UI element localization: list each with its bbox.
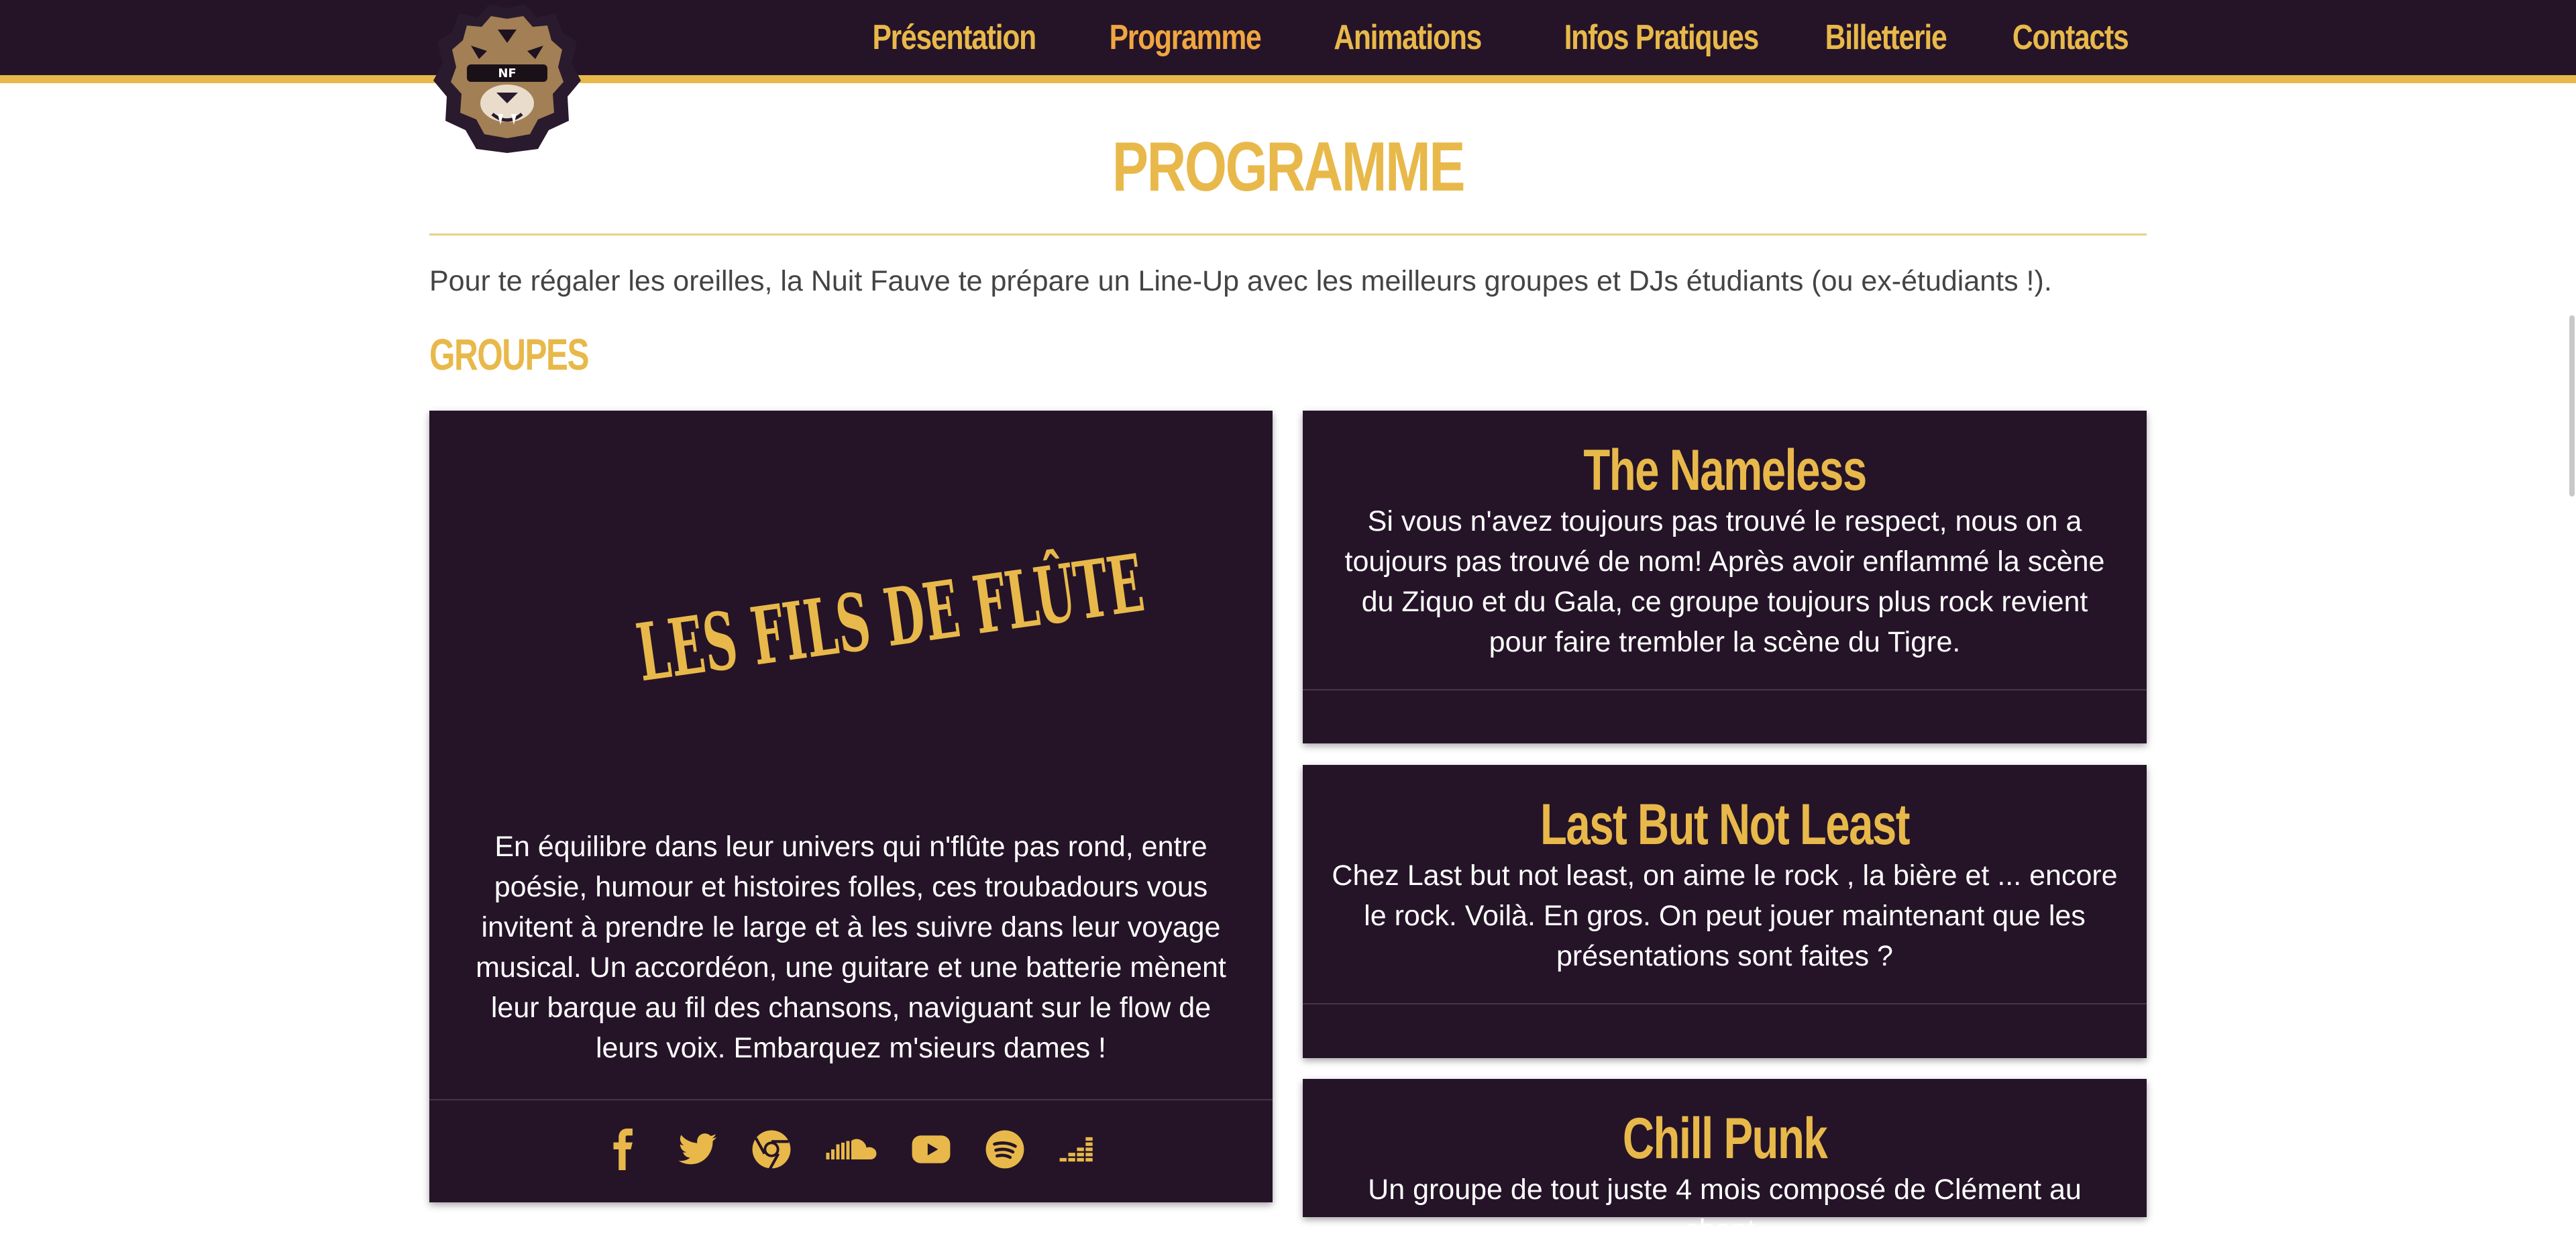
band-name: The Nameless	[1583, 438, 1867, 503]
main-nav: Présentation Programme Animations Infos …	[837, 0, 2129, 75]
twitter-icon[interactable]	[677, 1129, 718, 1170]
nav-item-contacts[interactable]: Contacts	[2012, 17, 2129, 58]
facebook-icon[interactable]	[603, 1129, 645, 1170]
nav-item-animations[interactable]: Animations	[1334, 17, 1482, 58]
nav-item-infos-pratiques[interactable]: Infos Pratiques	[1564, 17, 1759, 58]
intro-text: Pour te régaler les oreilles, la Nuit Fa…	[429, 265, 2052, 297]
nav-item-billetterie[interactable]: Billetterie	[1825, 17, 1947, 58]
card-divider	[429, 1099, 1273, 1100]
band-card-chill-punk: Chill Punk Un groupe de tout juste 4 moi…	[1303, 1079, 2147, 1246]
soundcloud-icon[interactable]	[824, 1129, 878, 1170]
band-card-last-but-not-least: Last But Not Least Chez Last but not lea…	[1303, 765, 2147, 1058]
top-navbar: Présentation Programme Animations Infos …	[0, 0, 2576, 83]
band-logo-les-fils-de-flute: LES FILS DE FLÛTE	[631, 536, 1149, 699]
nav-item-presentation[interactable]: Présentation	[873, 17, 1037, 58]
deezer-icon[interactable]	[1058, 1129, 1099, 1170]
band-logo-text: LES FILS DE FLÛTE	[631, 536, 1149, 699]
social-links	[429, 1129, 1273, 1170]
youtube-icon[interactable]	[910, 1129, 952, 1170]
band-name: Last But Not Least	[1540, 792, 1911, 857]
logo-text: NF	[498, 66, 516, 81]
band-card-les-fils-de-flute: LES FILS DE FLÛTE En équilibre dans leur…	[429, 411, 1273, 1202]
section-title-groupes: GROUPES	[429, 329, 590, 379]
band-description: En équilibre dans leur univers qui n'flû…	[476, 831, 1226, 1064]
band-description: Un groupe de tout juste 4 mois composé d…	[1368, 1174, 2082, 1246]
band-description: Si vous n'avez toujours pas trouvé le re…	[1344, 505, 2105, 658]
page-title: PROGRAMME	[1112, 128, 1466, 206]
title-divider	[429, 233, 2147, 236]
band-name: Chill Punk	[1622, 1106, 1828, 1171]
chrome-icon[interactable]	[751, 1129, 792, 1170]
band-description: Chez Last but not least, on aime le rock…	[1332, 860, 2118, 972]
card-divider	[1303, 1003, 2147, 1004]
spotify-icon[interactable]	[984, 1129, 1026, 1170]
band-card-the-nameless: The Nameless Si vous n'avez toujours pas…	[1303, 411, 2147, 743]
scrollbar-thumb[interactable]	[2569, 315, 2575, 497]
card-divider	[1303, 689, 2147, 690]
nav-item-programme[interactable]: Programme	[1110, 17, 1262, 58]
